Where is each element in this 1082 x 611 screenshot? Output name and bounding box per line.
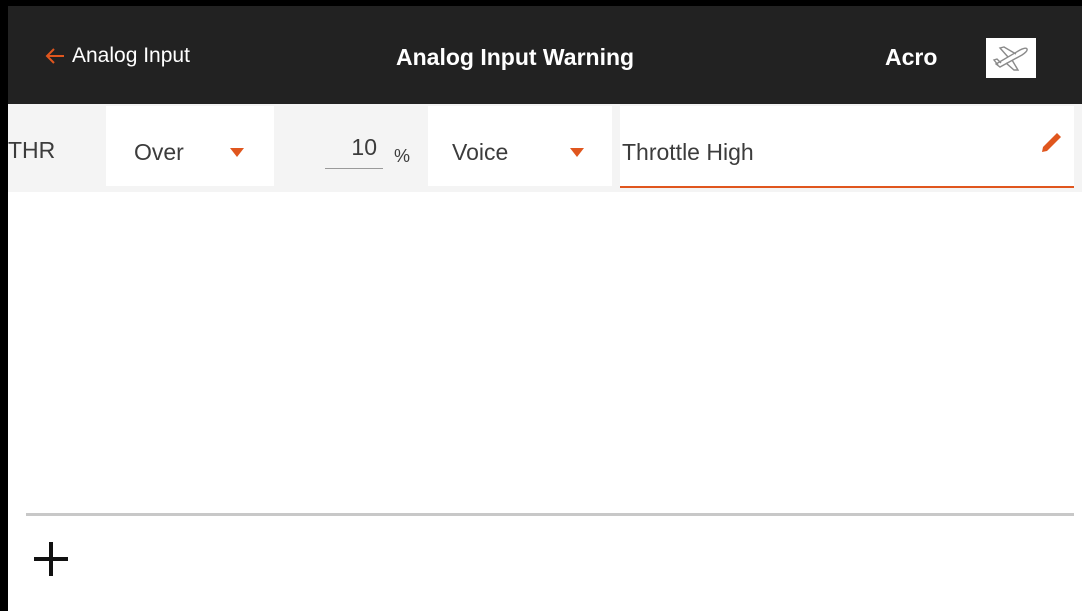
alert-type-value: Voice [452, 139, 509, 165]
condition-value: Over [134, 139, 184, 165]
back-label: Analog Input [72, 44, 190, 67]
airplane-icon [992, 46, 1028, 71]
page-title: Analog Input Warning [396, 44, 635, 70]
condition-dropdown[interactable]: Over [106, 106, 274, 186]
screen: Analog Input Analog Input Warning Acro [8, 6, 1082, 611]
chevron-down-icon [230, 148, 244, 157]
list-divider [26, 513, 1074, 516]
back-button[interactable]: Analog Input [44, 36, 190, 76]
message-value: Throttle High [622, 139, 754, 165]
arrow-left-icon [45, 48, 64, 64]
chevron-down-icon [570, 148, 584, 157]
model-type-button[interactable] [986, 38, 1036, 78]
model-name: Acro [885, 44, 938, 70]
channel-label: THR [8, 137, 56, 163]
threshold-unit: % [394, 146, 411, 166]
add-warning-button[interactable] [30, 535, 72, 577]
header-bar: Analog Input Analog Input Warning Acro [8, 6, 1082, 104]
threshold-value: 10 [351, 134, 377, 160]
message-text-field[interactable]: Throttle High [620, 106, 1074, 188]
threshold-value-field[interactable]: 10 [325, 130, 383, 169]
pencil-icon[interactable] [1038, 130, 1064, 156]
alert-type-dropdown[interactable]: Voice [428, 106, 612, 186]
